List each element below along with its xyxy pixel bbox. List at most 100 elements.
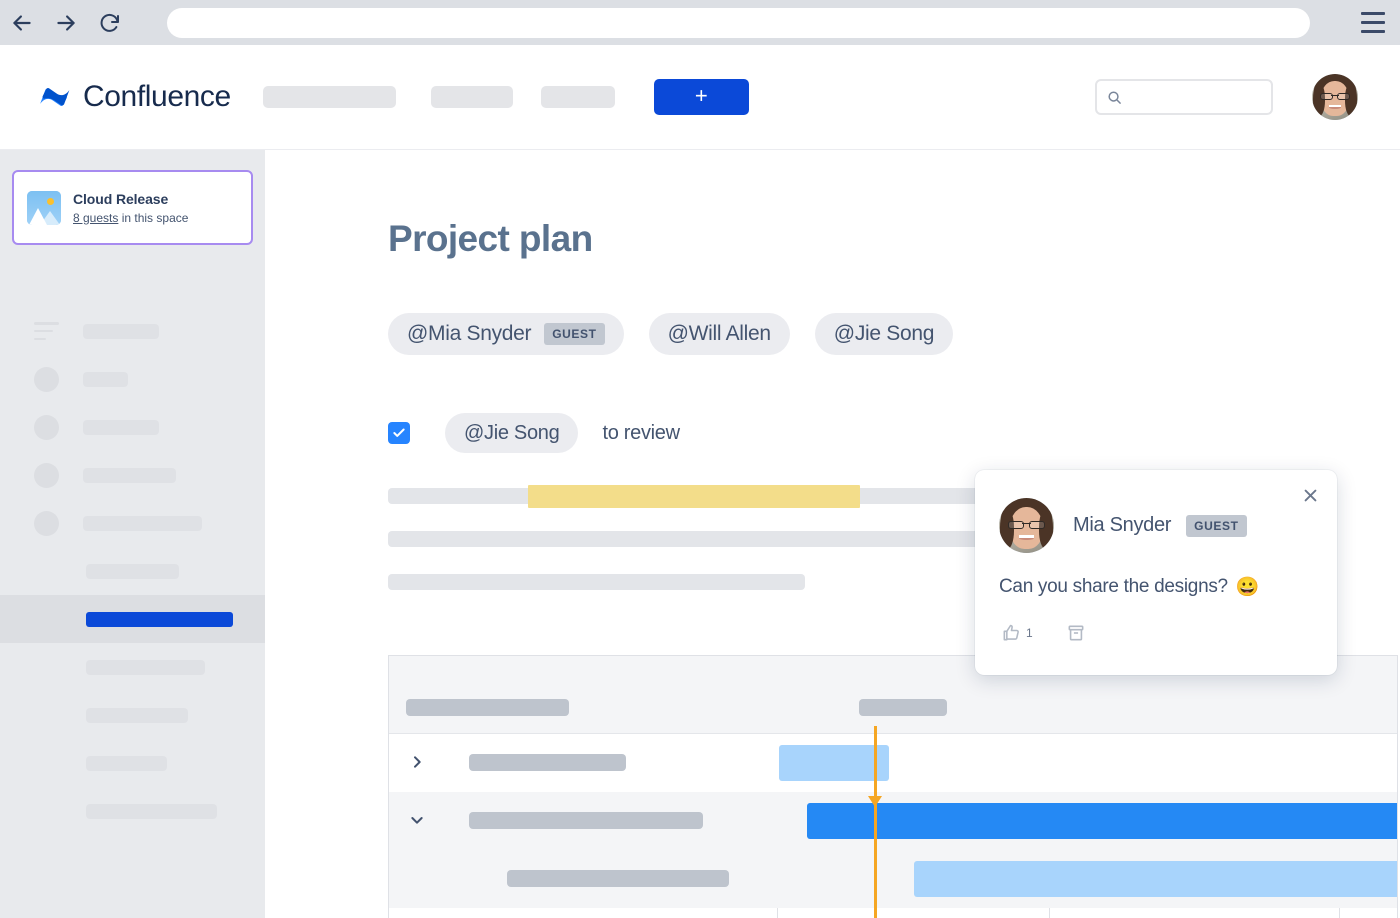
sidebar-item-5[interactable] bbox=[0, 499, 265, 547]
gantt-row-label bbox=[469, 812, 703, 829]
gantt-bar[interactable] bbox=[914, 861, 1398, 897]
space-guests-suffix: in this space bbox=[118, 211, 188, 225]
archive-icon bbox=[1066, 623, 1086, 643]
avatar[interactable] bbox=[1312, 74, 1358, 120]
logo-text: Confluence bbox=[83, 80, 231, 114]
gantt-row-label bbox=[469, 754, 626, 771]
sidebar-item-8[interactable] bbox=[0, 691, 265, 739]
chevron-right-icon[interactable] bbox=[409, 754, 425, 770]
create-button[interactable]: + bbox=[654, 79, 749, 115]
task-item: @Jie Song to review bbox=[388, 413, 1400, 453]
sidebar-avatar-icon bbox=[34, 367, 59, 392]
back-button[interactable] bbox=[0, 1, 44, 45]
space-guests: 8 guests in this space bbox=[73, 211, 188, 225]
confluence-logo-icon bbox=[38, 82, 72, 112]
gantt-header-label bbox=[406, 699, 569, 716]
mention-label: @Jie Song bbox=[464, 422, 559, 445]
confluence-logo[interactable]: Confluence bbox=[38, 80, 231, 114]
sidebar-item-7[interactable] bbox=[0, 643, 265, 691]
forward-button[interactable] bbox=[44, 1, 88, 45]
smile-emoji-icon: 😀 bbox=[1236, 575, 1259, 599]
sidebar-skeleton-list bbox=[0, 307, 265, 835]
comment-text-row: Can you share the designs? 😀 bbox=[975, 553, 1337, 599]
sidebar-item-4[interactable] bbox=[0, 451, 265, 499]
like-button[interactable]: 1 bbox=[1001, 623, 1033, 643]
task-checkbox[interactable] bbox=[388, 422, 410, 444]
text-line bbox=[388, 574, 805, 590]
gantt-bar[interactable] bbox=[779, 745, 889, 781]
search-input[interactable] bbox=[1128, 90, 1258, 105]
comment-text: Can you share the designs? bbox=[999, 576, 1228, 598]
reload-button[interactable] bbox=[88, 1, 132, 45]
space-mountain-icon bbox=[27, 191, 61, 225]
today-marker-line bbox=[874, 726, 877, 918]
gantt-row[interactable] bbox=[389, 734, 1397, 792]
nav-placeholder-3[interactable] bbox=[541, 86, 615, 108]
sidebar-item-6[interactable] bbox=[0, 547, 265, 595]
sidebar-item-label bbox=[86, 804, 217, 819]
sidebar-item-list[interactable] bbox=[0, 307, 265, 355]
status-badge: GUEST bbox=[1186, 515, 1246, 537]
close-icon[interactable] bbox=[1297, 482, 1323, 508]
comment-author-name: Mia Snyder bbox=[1073, 514, 1171, 537]
url-input[interactable] bbox=[167, 8, 1310, 38]
sidebar-item-2[interactable] bbox=[0, 355, 265, 403]
gantt-chart bbox=[388, 655, 1398, 918]
hamburger-menu-icon[interactable] bbox=[1346, 1, 1400, 45]
gantt-row[interactable] bbox=[389, 792, 1397, 850]
mention-pill[interactable]: @Jie Song bbox=[815, 313, 953, 355]
thumbs-up-icon bbox=[1001, 623, 1021, 643]
sidebar-item-label bbox=[83, 420, 159, 435]
sidebar-item-10[interactable] bbox=[0, 787, 265, 835]
sidebar-item-label bbox=[86, 564, 179, 579]
today-marker-triangle bbox=[868, 796, 882, 807]
search-box[interactable] bbox=[1095, 79, 1273, 115]
sidebar-item-label bbox=[83, 372, 128, 387]
nav-placeholder-2[interactable] bbox=[431, 86, 513, 108]
sidebar-active-label bbox=[86, 612, 233, 627]
space-title: Cloud Release bbox=[73, 191, 188, 207]
sidebar-item-label bbox=[86, 660, 205, 675]
mention-pill[interactable]: @Jie Song bbox=[445, 413, 578, 453]
sidebar-item-label bbox=[83, 468, 176, 483]
sidebar-item-label bbox=[86, 756, 167, 771]
gantt-bar[interactable] bbox=[807, 803, 1398, 839]
mention-label: @Mia Snyder bbox=[407, 322, 531, 346]
check-icon bbox=[392, 426, 406, 440]
text-highlight bbox=[528, 485, 860, 508]
comment-avatar[interactable] bbox=[999, 498, 1054, 553]
list-lines-icon bbox=[34, 322, 59, 340]
mention-label: @Will Allen bbox=[668, 322, 771, 346]
browser-toolbar bbox=[0, 0, 1400, 45]
search-icon bbox=[1107, 90, 1122, 105]
gantt-row-child[interactable] bbox=[389, 850, 1397, 908]
comment-actions: 1 bbox=[975, 599, 1337, 643]
app-header: Confluence + bbox=[0, 45, 1400, 150]
space-card[interactable]: Cloud Release 8 guests in this space bbox=[12, 170, 253, 245]
resolve-button[interactable] bbox=[1066, 623, 1086, 643]
sidebar-avatar-icon bbox=[34, 463, 59, 488]
sidebar-item-active[interactable] bbox=[0, 595, 265, 643]
page-title: Project plan bbox=[388, 218, 1400, 260]
space-guests-link[interactable]: 8 guests bbox=[73, 211, 118, 225]
nav-placeholder-1[interactable] bbox=[263, 86, 396, 108]
status-badge: GUEST bbox=[544, 323, 604, 345]
comment-popup: Mia Snyder GUEST Can you share the desig… bbox=[975, 470, 1337, 675]
space-meta: Cloud Release 8 guests in this space bbox=[73, 191, 188, 225]
sidebar-avatar-icon bbox=[34, 511, 59, 536]
sidebar-item-9[interactable] bbox=[0, 739, 265, 787]
chevron-down-icon[interactable] bbox=[409, 812, 425, 828]
sidebar-item-3[interactable] bbox=[0, 403, 265, 451]
sidebar-avatar-icon bbox=[34, 415, 59, 440]
mention-pill[interactable]: @Mia Snyder GUEST bbox=[388, 313, 624, 355]
task-text: to review bbox=[602, 422, 679, 445]
sidebar-item-label bbox=[83, 516, 202, 531]
sidebar: Cloud Release 8 guests in this space bbox=[0, 150, 265, 918]
like-count: 1 bbox=[1026, 626, 1033, 640]
mention-label: @Jie Song bbox=[834, 322, 934, 346]
sidebar-item-label bbox=[86, 708, 188, 723]
comment-author-row: Mia Snyder GUEST bbox=[975, 470, 1337, 553]
app-window: Confluence + bbox=[0, 0, 1400, 918]
mention-pill[interactable]: @Will Allen bbox=[649, 313, 790, 355]
gantt-header-label bbox=[859, 699, 947, 716]
